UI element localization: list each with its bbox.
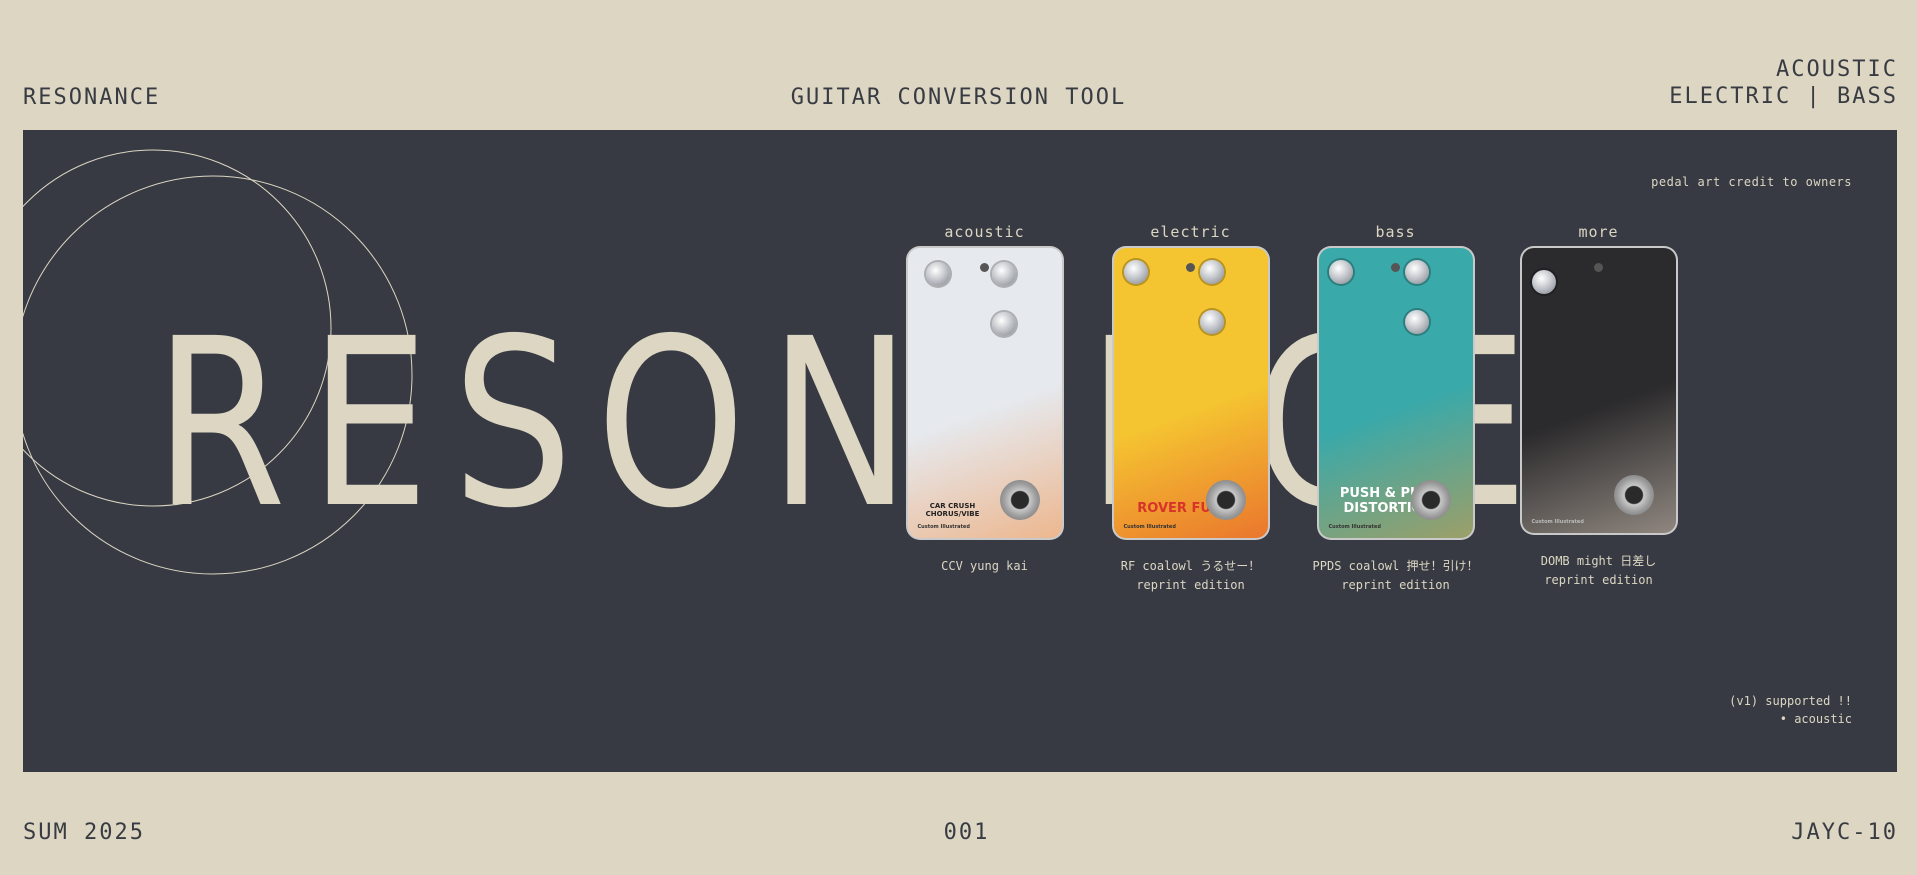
pedal-column-bass: bass PUSH & PULL DISTORTION Custom Illustr… [1293,223,1498,595]
pedal-caption: DOMB might 日差し reprint edition [1496,552,1701,590]
caption-line-2: reprint edition [1544,573,1653,587]
nav-bass[interactable]: BASS [1837,84,1898,109]
knob-icon [991,262,1016,286]
knob-icon [1531,270,1556,294]
pedal-tag: Custom Illustrated [917,524,970,530]
led-icon [979,263,989,272]
footswitch-icon [999,480,1040,520]
pedal-tag: Custom Illustrated [1123,524,1176,530]
footer-code: JAYC-10 [1791,820,1898,845]
knob-icon [991,312,1016,336]
support-list: acoustic [1729,710,1852,728]
knob-icon [1404,260,1429,284]
pedal-caption: RF coalowl うるせー！ reprint edition [1088,557,1293,595]
led-icon [1390,263,1400,272]
pedal-column-more: more Custom Illustrated DOMB might 日差し repr… [1496,223,1701,590]
nav-separator: | [1791,84,1838,109]
page-title: GUITAR CONVERSION TOOL [790,85,1127,110]
led-icon [1593,263,1603,272]
support-title: (v1) supported !! [1729,694,1852,708]
pedal-label-electric[interactable]: electric [1088,223,1293,241]
pedal-tag: Custom Illustrated [1328,524,1381,530]
caption-line-2: reprint edition [1341,578,1450,592]
pedal-card-acoustic[interactable]: CAR CRUSH CHORUS/VIBE Custom Illustrated [907,248,1062,538]
hero-panel: RESONANCE pedal art credit to owners aco… [23,130,1897,772]
pedal-caption: PPDS coalowl 押せ！引け！ reprint edition [1293,557,1498,595]
pedal-card-electric[interactable]: ROVER FUZZ Custom Illustrated [1113,248,1268,538]
knob-icon [1328,260,1353,284]
caption-line-2: reprint edition [1136,578,1245,592]
knob-icon [1199,310,1224,334]
support-item: acoustic [1729,710,1852,728]
pedal-card-more[interactable]: Custom Illustrated [1521,248,1676,533]
knob-icon [1199,260,1224,284]
pedal-card-bass[interactable]: PUSH & PULL DISTORTION Custom Illustrated [1318,248,1473,538]
pedal-tag: Custom Illustrated [1531,519,1584,525]
pedal-label-more[interactable]: more [1496,223,1701,241]
knob-icon [1123,260,1148,284]
caption-line-1: RF coalowl うるせー！ [1120,559,1261,573]
knob-icon [925,262,950,286]
pedal-label-bass[interactable]: bass [1293,223,1498,241]
led-icon [1185,263,1195,272]
caption-line-1: CCV yung kai [941,559,1028,573]
knob-icon [1404,310,1429,334]
support-note: (v1) supported !! acoustic [1729,692,1852,728]
footswitch-icon [1205,480,1246,520]
footer-issue: 001 [943,820,990,845]
footswitch-icon [1410,480,1451,520]
nav-acoustic[interactable]: ACOUSTIC [1776,57,1898,82]
pedal-label-acoustic[interactable]: acoustic [882,223,1087,241]
caption-line-1: DOMB might 日差し [1540,554,1657,568]
pedal-column-electric: electric ROVER FUZZ Custom Illustrated RF c… [1088,223,1293,595]
nav-electric[interactable]: ELECTRIC [1669,84,1791,109]
pedal-model-text: CAR CRUSH CHORUS/VIBE [925,502,980,518]
pedal-caption: CCV yung kai [882,557,1087,576]
credit-note: pedal art credit to owners [1651,175,1852,189]
footswitch-icon [1613,475,1654,515]
pedal-column-acoustic: acoustic CAR CRUSH CHORUS/VIBE Custom Illu… [882,223,1087,576]
mode-nav: ACOUSTIC ELECTRIC | BASS [1669,56,1898,110]
caption-line-1: PPDS coalowl 押せ！引け！ [1312,559,1479,573]
